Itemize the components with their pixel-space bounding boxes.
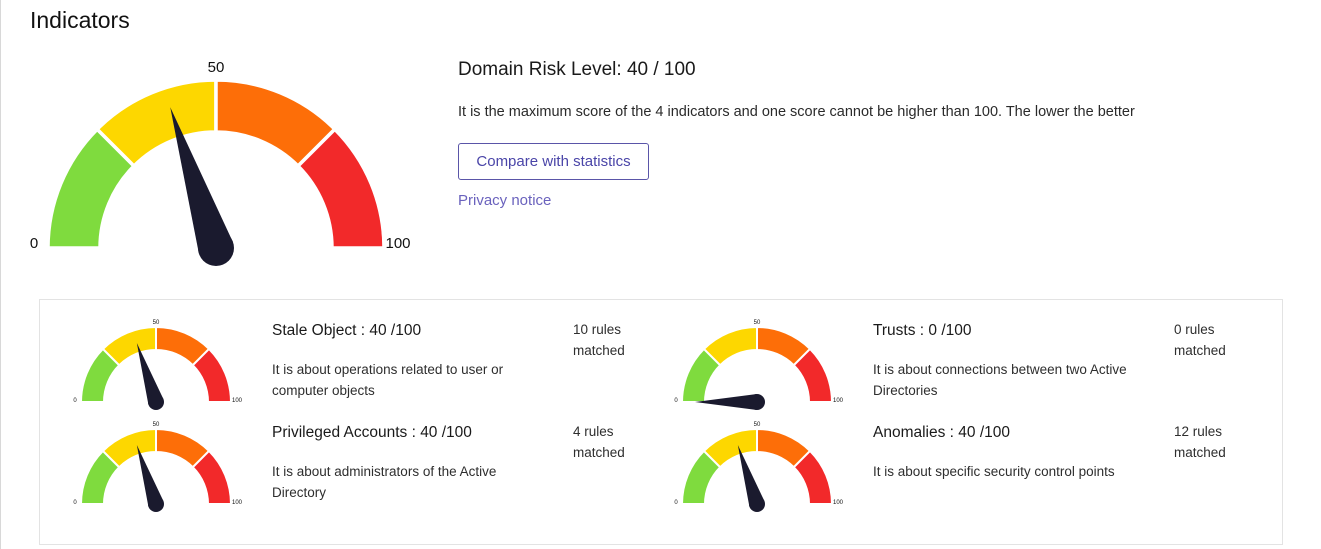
anomalies-gauge: 0 50 100 xyxy=(674,422,844,512)
privileged-accounts-rules-count: 4 rules xyxy=(573,424,614,439)
domain-risk-title: Domain Risk Level: 40 / 100 xyxy=(458,59,696,80)
privileged-accounts-description: It is about administrators of the Active… xyxy=(272,464,497,500)
gauge-label-min: 0 xyxy=(73,500,77,506)
trusts-rules-count: 0 rules xyxy=(1174,322,1215,337)
anomalies-rules-matched: matched xyxy=(1174,445,1226,460)
gauge-needle-hub xyxy=(749,394,765,410)
stale-object-title: Stale Object : 40 /100 xyxy=(272,322,422,339)
anomalies-title: Anomalies : 40 /100 xyxy=(873,424,1011,441)
stale-object-gauge: 0 50 100 xyxy=(73,320,243,410)
gauge-needle-hub xyxy=(148,496,164,512)
gauge-label-min: 0 xyxy=(30,235,38,252)
privileged-accounts-rules: 4 rules matched xyxy=(573,421,625,463)
gauge-label-max: 100 xyxy=(232,398,243,404)
gauge-label-max: 100 xyxy=(833,500,844,506)
gauge-needle-hub xyxy=(148,394,164,410)
gauge-needle-hub xyxy=(749,496,765,512)
gauge-label-max: 100 xyxy=(232,500,243,506)
page-title: Indicators xyxy=(30,7,130,33)
domain-risk-gauge: 0 50 100 xyxy=(30,59,411,266)
anomalies-rules-count: 12 rules xyxy=(1174,424,1223,439)
trusts-rules: 0 rules matched xyxy=(1174,319,1226,361)
privileged-accounts-gauge: 0 50 100 xyxy=(73,422,243,512)
privileged-accounts-title: Privileged Accounts : 40 /100 xyxy=(272,424,472,441)
gauge-label-max: 100 xyxy=(833,398,844,404)
indicators-panel: 0 50 100 Stale Object : 40 /100 It is abou… xyxy=(39,299,1283,545)
privacy-notice-link[interactable]: Privacy notice xyxy=(458,192,551,209)
stale-object-rules-count: 10 rules xyxy=(573,322,622,337)
gauge-label-mid: 50 xyxy=(208,59,225,76)
gauge-needle-hub xyxy=(198,230,234,266)
frame-border xyxy=(0,0,1,549)
anomalies-rules: 12 rules matched xyxy=(1174,421,1226,463)
trusts-title: Trusts : 0 /100 xyxy=(873,322,972,339)
gauge-label-mid: 50 xyxy=(754,320,761,326)
gauge-label-mid: 50 xyxy=(153,422,160,428)
domain-risk-description: It is the maximum score of the 4 indicat… xyxy=(458,104,1135,120)
stale-object-rules: 10 rules matched xyxy=(573,319,625,361)
privileged-accounts-rules-matched: matched xyxy=(573,445,625,460)
compare-with-statistics-button[interactable]: Compare with statistics xyxy=(458,143,649,180)
trusts-gauge: 0 50 100 xyxy=(674,320,844,410)
gauge-label-min: 0 xyxy=(674,500,678,506)
gauge-label-mid: 50 xyxy=(754,422,761,428)
trusts-rules-matched: matched xyxy=(1174,343,1226,358)
gauge-label-min: 0 xyxy=(674,398,678,404)
gauge-label-mid: 50 xyxy=(153,320,160,326)
anomalies-description: It is about specific security control po… xyxy=(873,464,1115,479)
gauge-label-max: 100 xyxy=(385,235,410,252)
stale-object-description: It is about operations related to user o… xyxy=(272,362,504,398)
trusts-description: It is about connections between two Acti… xyxy=(873,362,1127,398)
gauge-label-min: 0 xyxy=(73,398,77,404)
stale-object-rules-matched: matched xyxy=(573,343,625,358)
